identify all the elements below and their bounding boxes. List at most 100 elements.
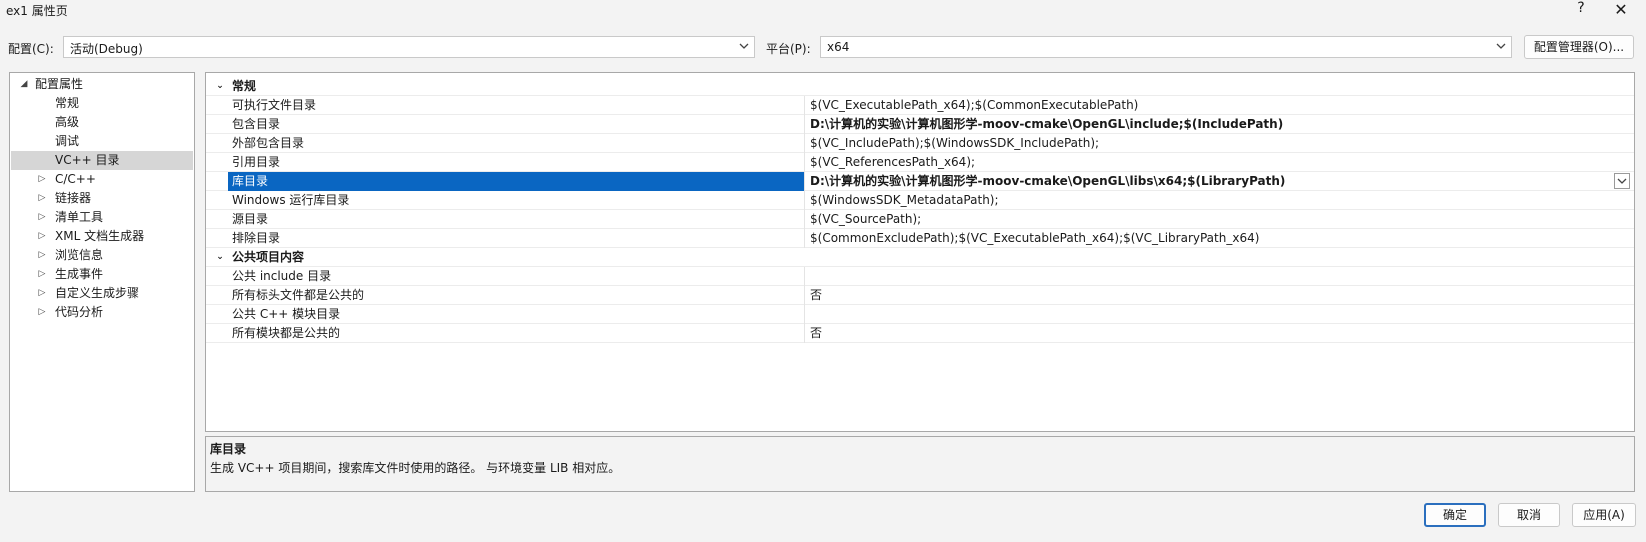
tree-item-label: VC++ 目录: [55, 153, 120, 167]
collapse-icon[interactable]: ⌄: [214, 248, 226, 266]
property-value[interactable]: 否: [804, 286, 1634, 305]
category-public-project-content[interactable]: ⌄ 公共项目内容: [206, 248, 1634, 267]
property-name: 可执行文件目录: [232, 98, 317, 112]
property-row-winrt-dirs[interactable]: Windows 运行库目录 $(WindowsSDK_MetadataPath)…: [206, 191, 1634, 210]
tree-item-label: 常规: [55, 96, 80, 110]
close-button[interactable]: ✕: [1608, 0, 1634, 20]
collapsed-icon[interactable]: ▷: [37, 246, 47, 265]
title-bar: ex1 属性页 ? ✕: [0, 0, 1646, 22]
help-button[interactable]: ?: [1570, 0, 1592, 20]
property-value[interactable]: $(VC_ExecutablePath_x64);$(CommonExecuta…: [804, 96, 1634, 115]
config-manager-button[interactable]: 配置管理器(O)...: [1524, 35, 1634, 59]
tree-item-browse-info[interactable]: ▷ 浏览信息: [11, 246, 193, 265]
category-label: 常规: [232, 79, 257, 93]
tree-item-label: 浏览信息: [55, 248, 104, 262]
property-grid: ⌄ 常规 可执行文件目录 $(VC_ExecutablePath_x64);$(…: [205, 72, 1635, 432]
tree-item-label: C/C++: [55, 172, 96, 186]
ok-button[interactable]: 确定: [1424, 503, 1486, 527]
tree-item-label: 调试: [55, 134, 80, 148]
platform-value: x64: [827, 40, 850, 54]
description-title: 库目录: [210, 442, 247, 456]
property-value[interactable]: $(VC_SourcePath);: [804, 210, 1634, 229]
property-name: 包含目录: [232, 117, 281, 131]
property-row-reference-dirs[interactable]: 引用目录 $(VC_ReferencesPath_x64);: [206, 153, 1634, 172]
property-row-source-dirs[interactable]: 源目录 $(VC_SourcePath);: [206, 210, 1634, 229]
chevron-down-icon: [1617, 178, 1627, 184]
tree-item-vc-directories[interactable]: VC++ 目录: [11, 151, 193, 170]
property-value[interactable]: $(WindowsSDK_MetadataPath);: [804, 191, 1634, 210]
description-panel: 库目录 生成 VC++ 项目期间，搜索库文件时使用的路径。 与环境变量 LIB …: [205, 436, 1635, 492]
apply-button[interactable]: 应用(A): [1572, 503, 1636, 527]
chevron-down-icon: [1496, 43, 1506, 49]
property-row-library-dirs[interactable]: 库目录 D:\计算机的实验\计算机图形学-moov-cmake\OpenGL\l…: [206, 172, 1634, 191]
platform-label: 平台(P):: [766, 42, 811, 56]
tree-item-manifest-tool[interactable]: ▷ 清单工具: [11, 208, 193, 227]
tree-item-xml-doc-generator[interactable]: ▷ XML 文档生成器: [11, 227, 193, 246]
property-value[interactable]: [804, 305, 1634, 324]
dropdown-button[interactable]: [1614, 173, 1630, 189]
property-value[interactable]: [804, 267, 1634, 286]
property-value[interactable]: $(VC_IncludePath);$(WindowsSDK_IncludePa…: [804, 134, 1634, 153]
property-name: 外部包含目录: [232, 136, 305, 150]
tree-item-advanced[interactable]: 高级: [11, 113, 193, 132]
property-name: Windows 运行库目录: [232, 193, 350, 207]
property-value[interactable]: $(VC_ReferencesPath_x64);: [804, 153, 1634, 172]
property-value[interactable]: D:\计算机的实验\计算机图形学-moov-cmake\OpenGL\libs\…: [804, 172, 1634, 191]
collapsed-icon[interactable]: ▷: [37, 189, 47, 208]
collapsed-icon[interactable]: ▷: [37, 227, 47, 246]
property-name: 排除目录: [232, 231, 281, 245]
description-text: 生成 VC++ 项目期间，搜索库文件时使用的路径。 与环境变量 LIB 相对应。: [210, 461, 621, 475]
config-select[interactable]: 活动(Debug): [63, 36, 755, 58]
tree-item-code-analysis[interactable]: ▷ 代码分析: [11, 303, 193, 322]
tree-item-linker[interactable]: ▷ 链接器: [11, 189, 193, 208]
property-row-executable-dirs[interactable]: 可执行文件目录 $(VC_ExecutablePath_x64);$(Commo…: [206, 96, 1634, 115]
collapse-icon[interactable]: ⌄: [214, 77, 226, 95]
category-general[interactable]: ⌄ 常规: [206, 77, 1634, 96]
tree-item-label: 高级: [55, 115, 80, 129]
tree-item-label: XML 文档生成器: [55, 229, 145, 243]
config-value: 活动(Debug): [70, 42, 143, 56]
tree-item-custom-build-step[interactable]: ▷ 自定义生成步骤: [11, 284, 193, 303]
property-value[interactable]: D:\计算机的实验\计算机图形学-moov-cmake\OpenGL\inclu…: [804, 115, 1634, 134]
category-label: 公共项目内容: [232, 250, 305, 264]
chevron-down-icon: [739, 43, 749, 49]
property-row-exclude-dirs[interactable]: 排除目录 $(CommonExcludePath);$(VC_Executabl…: [206, 229, 1634, 248]
collapsed-icon[interactable]: ▷: [37, 265, 47, 284]
property-row-include-dirs[interactable]: 包含目录 D:\计算机的实验\计算机图形学-moov-cmake\OpenGL\…: [206, 115, 1634, 134]
property-name: 所有标头文件都是公共的: [232, 288, 365, 302]
tree-item-general[interactable]: 常规: [11, 94, 193, 113]
collapsed-icon[interactable]: ▷: [37, 303, 47, 322]
property-row-public-cpp-module-dirs[interactable]: 公共 C++ 模块目录: [206, 305, 1634, 324]
property-row-external-include-dirs[interactable]: 外部包含目录 $(VC_IncludePath);$(WindowsSDK_In…: [206, 134, 1634, 153]
collapsed-icon[interactable]: ▷: [37, 170, 47, 189]
tree-item-c-cpp[interactable]: ▷ C/C++: [11, 170, 193, 189]
property-value[interactable]: $(CommonExcludePath);$(VC_ExecutablePath…: [804, 229, 1634, 248]
tree-item-label: 自定义生成步骤: [55, 286, 140, 300]
property-row-public-include-dirs[interactable]: 公共 include 目录: [206, 267, 1634, 286]
expanded-icon[interactable]: ◢: [19, 75, 29, 94]
config-label: 配置(C):: [8, 42, 54, 56]
tree-item-label: 配置属性: [35, 77, 84, 91]
property-name: 源目录: [232, 212, 269, 226]
tree-item-label: 生成事件: [55, 267, 104, 281]
tree-item-debugging[interactable]: 调试: [11, 132, 193, 151]
property-row-all-modules-public[interactable]: 所有模块都是公共的 否: [206, 324, 1634, 343]
property-name: 引用目录: [232, 155, 281, 169]
tree-item-config-properties[interactable]: ◢ 配置属性: [11, 75, 193, 94]
property-tree: ◢ 配置属性 常规 高级 调试 VC++ 目录 ▷ C/C++ ▷ 链接器 ▷ …: [9, 72, 195, 492]
tree-item-label: 代码分析: [55, 305, 104, 319]
property-row-all-headers-public[interactable]: 所有标头文件都是公共的 否: [206, 286, 1634, 305]
window-title: ex1 属性页: [6, 4, 68, 18]
cancel-button[interactable]: 取消: [1498, 503, 1560, 527]
tree-item-build-events[interactable]: ▷ 生成事件: [11, 265, 193, 284]
property-value[interactable]: 否: [804, 324, 1634, 343]
platform-select[interactable]: x64: [820, 36, 1512, 58]
property-name: 公共 include 目录: [232, 269, 332, 283]
property-name: 库目录: [228, 172, 804, 191]
tree-item-label: 链接器: [55, 191, 92, 205]
collapsed-icon[interactable]: ▷: [37, 208, 47, 227]
property-name: 所有模块都是公共的: [232, 326, 341, 340]
tree-item-label: 清单工具: [55, 210, 104, 224]
property-name: 公共 C++ 模块目录: [232, 307, 341, 321]
collapsed-icon[interactable]: ▷: [37, 284, 47, 303]
